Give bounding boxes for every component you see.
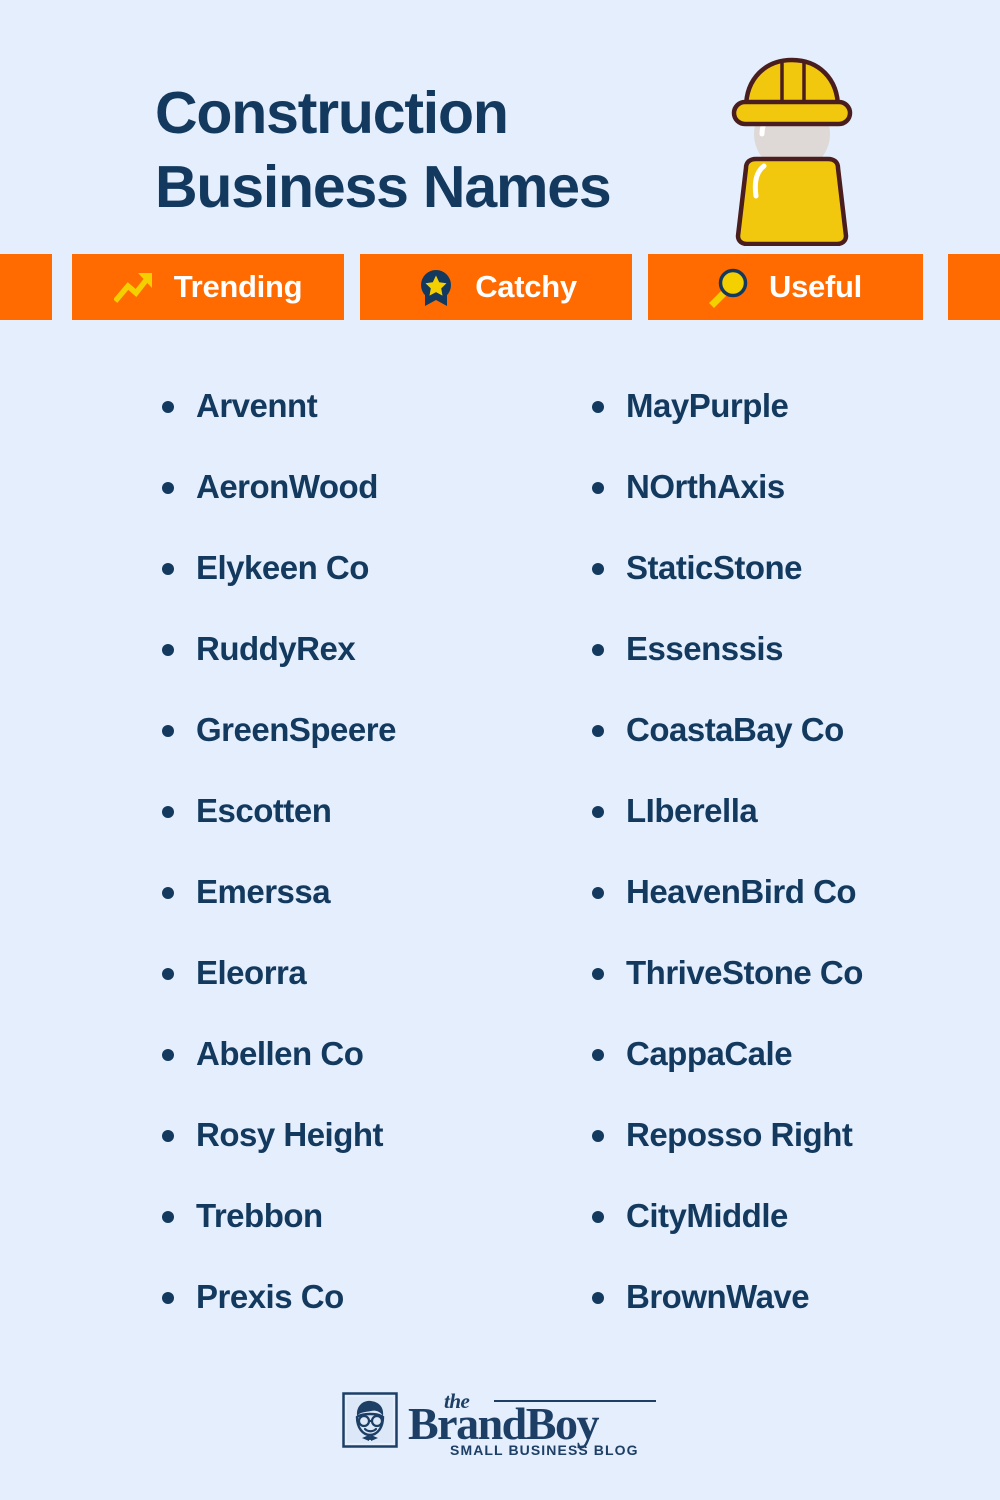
list-item[interactable]: MayPurple xyxy=(592,386,1000,467)
bullet-icon xyxy=(162,806,174,818)
business-name: Trebbon xyxy=(196,1197,323,1234)
logo-name-text: BrandBoy xyxy=(408,1398,599,1449)
bullet-icon xyxy=(162,482,174,494)
business-name: Elykeen Co xyxy=(196,549,369,586)
construction-worker-icon xyxy=(731,57,853,246)
business-name: StaticStone xyxy=(626,549,803,586)
brandboy-face-icon xyxy=(342,1392,398,1448)
list-item[interactable]: CoastaBay Co xyxy=(592,710,1000,791)
business-name: AeronWood xyxy=(196,468,378,505)
list-item[interactable]: Rosy Height xyxy=(162,1115,570,1196)
list-item[interactable]: HeavenBird Co xyxy=(592,872,1000,953)
bullet-icon xyxy=(592,725,604,737)
award-ribbon-star-icon xyxy=(421,270,452,306)
list-item[interactable]: NOrthAxis xyxy=(592,467,1000,548)
bullet-icon xyxy=(162,968,174,980)
category-useful[interactable]: Useful xyxy=(648,254,923,320)
business-name: Arvennt xyxy=(196,387,318,424)
business-name: MayPurple xyxy=(626,387,789,424)
business-name: GreenSpeere xyxy=(196,711,396,748)
business-name: Rosy Height xyxy=(196,1116,384,1153)
category-trending-label: Trending xyxy=(173,269,303,304)
trending-arrow-icon xyxy=(113,273,152,303)
footer: the BrandBoy SMALL BUSINESS BLOG xyxy=(0,1389,1000,1458)
page-title-line-1: Construction xyxy=(155,80,509,146)
bullet-icon xyxy=(592,1211,604,1223)
bullet-icon xyxy=(592,401,604,413)
bullet-icon xyxy=(162,1049,174,1061)
logo-tagline: SMALL BUSINESS BLOG xyxy=(450,1442,639,1458)
bullet-icon xyxy=(592,968,604,980)
bullet-icon xyxy=(162,1292,174,1304)
bullet-icon xyxy=(592,887,604,899)
list-item[interactable]: Elykeen Co xyxy=(162,548,570,629)
business-name: Essenssis xyxy=(626,630,783,667)
category-trending[interactable]: Trending xyxy=(72,254,344,320)
list-item[interactable]: Escotten xyxy=(162,791,570,872)
bullet-icon xyxy=(162,644,174,656)
bullet-icon xyxy=(162,1130,174,1142)
bullet-icon xyxy=(592,563,604,575)
list-item[interactable]: ThriveStone Co xyxy=(592,953,1000,1034)
business-name: Emerssa xyxy=(196,873,331,910)
list-item[interactable]: Reposso Right xyxy=(592,1115,1000,1196)
category-useful-label: Useful xyxy=(769,269,862,304)
page-title-line-2: Business Names xyxy=(155,154,612,220)
name-column-right: MayPurple NOrthAxis StaticStone Essenssi… xyxy=(570,386,1000,1358)
business-name: NOrthAxis xyxy=(626,468,785,505)
business-name: Abellen Co xyxy=(196,1035,364,1072)
list-item[interactable]: RuddyRex xyxy=(162,629,570,710)
bullet-icon xyxy=(592,806,604,818)
header: Construction Business Names Trending Cat… xyxy=(0,0,1000,320)
list-item[interactable]: Eleorra xyxy=(162,953,570,1034)
bullet-icon xyxy=(162,401,174,413)
brandboy-wordmark: the BrandBoy SMALL BUSINESS BLOG xyxy=(408,1389,658,1458)
business-name: HeavenBird Co xyxy=(626,873,857,910)
business-name-lists: Arvennt AeronWood Elykeen Co RuddyRex Gr… xyxy=(0,386,1000,1358)
business-name: LIberella xyxy=(626,792,758,829)
bullet-icon xyxy=(162,1211,174,1223)
business-name: CoastaBay Co xyxy=(626,711,844,748)
page-title: Construction Business Names xyxy=(155,76,735,224)
bullet-icon xyxy=(592,482,604,494)
bullet-icon xyxy=(592,1049,604,1061)
list-item[interactable]: StaticStone xyxy=(592,548,1000,629)
bullet-icon xyxy=(162,563,174,575)
business-name: RuddyRex xyxy=(196,630,356,667)
banner-edge-right xyxy=(948,254,1000,320)
bullet-icon xyxy=(592,1292,604,1304)
category-banner: Trending Catchy Useful xyxy=(0,254,1000,320)
business-name: Escotten xyxy=(196,792,332,829)
list-item[interactable]: Arvennt xyxy=(162,386,570,467)
business-name: ThriveStone Co xyxy=(626,954,863,991)
list-item[interactable]: Prexis Co xyxy=(162,1277,570,1358)
business-name: CityMiddle xyxy=(626,1197,788,1234)
banner-edge-left xyxy=(0,254,52,320)
list-item[interactable]: Essenssis xyxy=(592,629,1000,710)
category-catchy[interactable]: Catchy xyxy=(360,254,632,320)
list-item[interactable]: Trebbon xyxy=(162,1196,570,1277)
list-item[interactable]: AeronWood xyxy=(162,467,570,548)
list-item[interactable]: CityMiddle xyxy=(592,1196,1000,1277)
bullet-icon xyxy=(592,1130,604,1142)
category-catchy-label: Catchy xyxy=(475,269,577,304)
business-name: BrownWave xyxy=(626,1278,810,1315)
name-column-left: Arvennt AeronWood Elykeen Co RuddyRex Gr… xyxy=(0,386,570,1358)
business-name: Reposso Right xyxy=(626,1116,853,1153)
list-item[interactable]: CappaCale xyxy=(592,1034,1000,1115)
bullet-icon xyxy=(592,644,604,656)
business-name: CappaCale xyxy=(626,1035,793,1072)
business-name: Eleorra xyxy=(196,954,307,991)
bullet-icon xyxy=(162,887,174,899)
magnifying-glass-icon xyxy=(709,268,748,308)
brandboy-logo[interactable]: the BrandBoy SMALL BUSINESS BLOG xyxy=(342,1389,658,1458)
list-item[interactable]: Abellen Co xyxy=(162,1034,570,1115)
list-item[interactable]: GreenSpeere xyxy=(162,710,570,791)
bullet-icon xyxy=(162,725,174,737)
list-item[interactable]: Emerssa xyxy=(162,872,570,953)
business-name: Prexis Co xyxy=(196,1278,344,1315)
list-item[interactable]: BrownWave xyxy=(592,1277,1000,1358)
list-item[interactable]: LIberella xyxy=(592,791,1000,872)
